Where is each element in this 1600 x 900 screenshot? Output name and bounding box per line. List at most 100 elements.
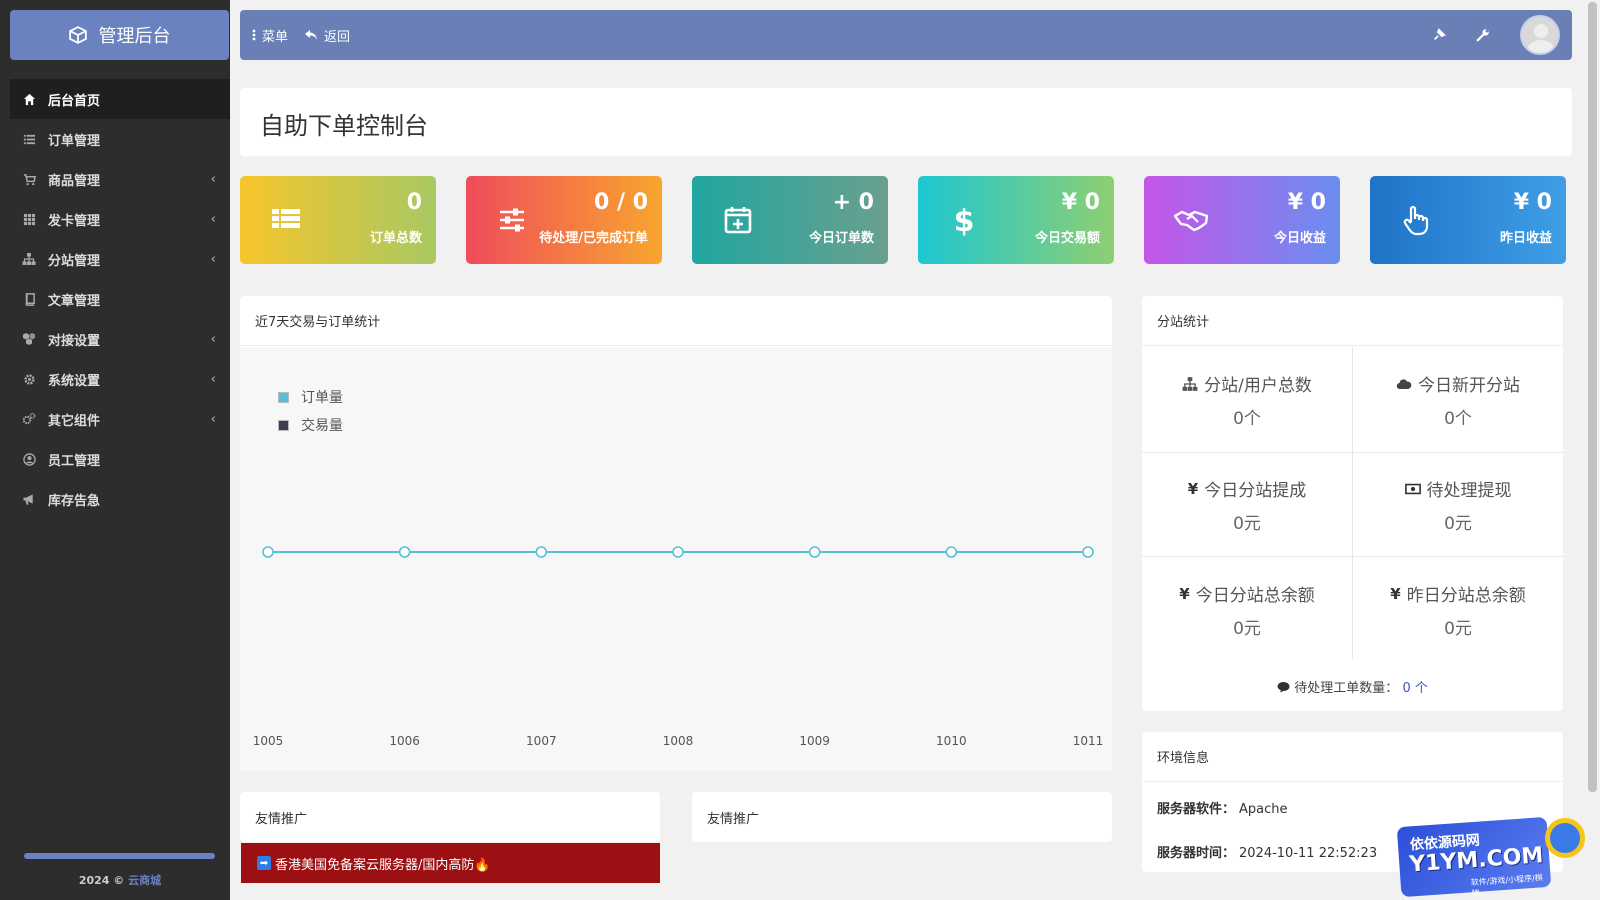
stat-label: 订单总数 <box>369 231 422 246</box>
substation-stat-cell: 待处理提现 0元 <box>1353 452 1563 557</box>
thumbtack-icon[interactable] <box>1432 28 1446 42</box>
avatar[interactable] <box>1520 15 1560 55</box>
comment-icon <box>1277 682 1290 693</box>
stat-card[interactable]: 0 订单总数 <box>240 176 436 264</box>
substation-stat-cell: ¥ 今日分站提成 0元 <box>1142 452 1352 557</box>
sidebar-item-label: 对接设置 <box>48 333 101 349</box>
data-point[interactable] <box>398 546 411 558</box>
brand-title: 管理后台 <box>98 26 171 47</box>
dollar-icon: $ <box>946 202 982 239</box>
sidebar-item[interactable]: 员工管理 <box>10 439 230 479</box>
substation-stat-cell: ¥ 昨日分站总余额 0元 <box>1353 557 1563 662</box>
stat-card[interactable]: 0 / 0 待处理/已完成订单 <box>466 176 662 264</box>
x-tick-label: 1009 <box>799 734 830 748</box>
server-software-row: 服务器软件： Apache <box>1157 798 1288 817</box>
substation-stat-label: 今日新开分站 <box>1418 376 1520 396</box>
x-tick-label: 1011 <box>1073 734 1104 748</box>
data-point[interactable] <box>1082 546 1094 558</box>
chevron-left-icon: ‹ <box>210 332 216 347</box>
sidebar-item[interactable]: 库存告急 <box>10 479 230 519</box>
sidebar-item-label: 后台首页 <box>48 93 101 109</box>
sidebar-item[interactable]: 发卡管理 ‹ <box>10 199 230 239</box>
money-bill-icon <box>1404 481 1421 497</box>
wrench-icon[interactable] <box>1476 28 1490 42</box>
stat-card[interactable]: + 0 今日订单数 <box>692 176 888 264</box>
substation-stat-cell: 分站/用户总数 0个 <box>1142 347 1352 452</box>
stat-label: 待处理/已完成订单 <box>539 231 648 246</box>
server-time-value: 2024-10-11 22:52:23 <box>1239 846 1378 861</box>
watermark-line3: 软件/游戏/小程序/棋牌 <box>1470 873 1544 899</box>
table-icon <box>268 202 304 238</box>
top-bar: 菜单 返回 <box>240 10 1572 60</box>
data-point[interactable] <box>808 546 821 558</box>
pending-tickets-label: 待处理工单数量： <box>1294 681 1399 696</box>
line-chart: 1005 1006 1007 1008 1009 1010 1011 <box>253 546 1104 748</box>
back-button[interactable]: 返回 <box>304 26 350 45</box>
chevron-left-icon: ‹ <box>210 412 216 427</box>
bullhorn-icon <box>22 492 36 506</box>
sidebar-item[interactable]: 其它组件 ‹ <box>10 399 230 439</box>
sidebar-item[interactable]: 分站管理 ‹ <box>10 239 230 279</box>
menu-label: 菜单 <box>262 29 289 45</box>
sidebar-footer: 2024 © 云商城 <box>0 872 240 888</box>
handshake-icon <box>1172 202 1209 238</box>
data-point[interactable] <box>262 546 274 558</box>
footer-link[interactable]: 云商城 <box>128 874 161 887</box>
substation-stat-value: 0个 <box>1233 409 1261 429</box>
sidebar-item[interactable]: 订单管理 <box>10 119 230 159</box>
user-circle-icon <box>22 452 36 466</box>
gear-icon <box>22 372 36 386</box>
x-tick-label: 1008 <box>663 734 694 748</box>
arrow-right-icon: ➡ <box>257 856 271 870</box>
vertical-dots-icon <box>252 29 256 41</box>
chart-panel: 近7天交易与订单统计 订单量 交易量 1005 1006 1007 1008 1009 10… <box>240 296 1112 771</box>
brand[interactable]: 管理后台 <box>10 10 229 60</box>
sidebar-item[interactable]: 对接设置 ‹ <box>10 319 230 359</box>
chevron-left-icon: ‹ <box>210 252 216 267</box>
grid-divider <box>1142 556 1563 557</box>
substation-stat-cell: ¥ 今日分站总余额 0元 <box>1142 557 1352 662</box>
menu-button[interactable]: 菜单 <box>252 26 288 45</box>
list-icon <box>22 132 36 146</box>
scroll-thumb[interactable] <box>1588 2 1597 792</box>
stat-value: ¥ 0 <box>1287 190 1326 215</box>
stat-card[interactable]: $ ¥ 0 今日交易额 <box>918 176 1114 264</box>
x-tick-label: 1010 <box>936 734 967 748</box>
stat-label: 昨日收益 <box>1499 231 1552 246</box>
sidebar-item[interactable]: 文章管理 <box>10 279 230 319</box>
promo-banner-text: 香港美国免备案云服务器/国内高防🔥 <box>275 857 491 873</box>
stat-label: 今日收益 <box>1273 231 1326 246</box>
sidebar-item-label: 其它组件 <box>48 413 101 429</box>
stat-value: 0 / 0 <box>594 190 648 215</box>
chevron-left-icon: ‹ <box>210 172 216 187</box>
chevron-left-icon: ‹ <box>210 212 216 227</box>
pending-tickets-value[interactable]: 0 个 <box>1402 681 1427 696</box>
pending-tickets: 待处理工单数量： 0 个 <box>1142 677 1563 696</box>
sidebar-scroll-bar[interactable] <box>24 853 215 859</box>
gears-icon <box>22 412 36 426</box>
footer-year: 2024 © <box>78 874 125 887</box>
sidebar-item-label: 系统设置 <box>48 373 101 389</box>
substation-stat-label: 今日分站提成 <box>1204 481 1307 501</box>
yen-icon: ¥ <box>1390 584 1401 603</box>
stat-value: ¥ 0 <box>1061 190 1100 215</box>
substation-stat-value: 0元 <box>1444 619 1472 639</box>
promo-banner[interactable]: ➡ 香港美国免备案云服务器/国内高防🔥 <box>241 843 660 883</box>
yen-icon: ¥ <box>1179 584 1190 603</box>
cart-icon <box>22 172 36 186</box>
watermark-logo: 依依源码网 Y1YM.COM 软件/游戏/小程序/棋牌 <box>1385 816 1585 899</box>
env-panel-title: 环境信息 <box>1142 732 1563 782</box>
data-point[interactable] <box>672 546 684 558</box>
sidebar-item[interactable]: 商品管理 ‹ <box>10 159 230 199</box>
sidebar-item[interactable]: 后台首页 <box>10 79 230 119</box>
back-label: 返回 <box>324 29 351 45</box>
stat-card[interactable]: ¥ 0 今日收益 <box>1144 176 1340 264</box>
sidebar-item[interactable]: 系统设置 ‹ <box>10 359 230 399</box>
data-point[interactable] <box>535 546 548 558</box>
substation-stats-title: 分站统计 <box>1142 296 1563 346</box>
friend-promo-title: 友情推广 <box>707 811 760 827</box>
x-tick-label: 1007 <box>526 734 557 748</box>
stat-card[interactable]: ¥ 0 昨日收益 <box>1370 176 1566 264</box>
home-icon <box>22 92 36 106</box>
data-point[interactable] <box>945 546 958 558</box>
